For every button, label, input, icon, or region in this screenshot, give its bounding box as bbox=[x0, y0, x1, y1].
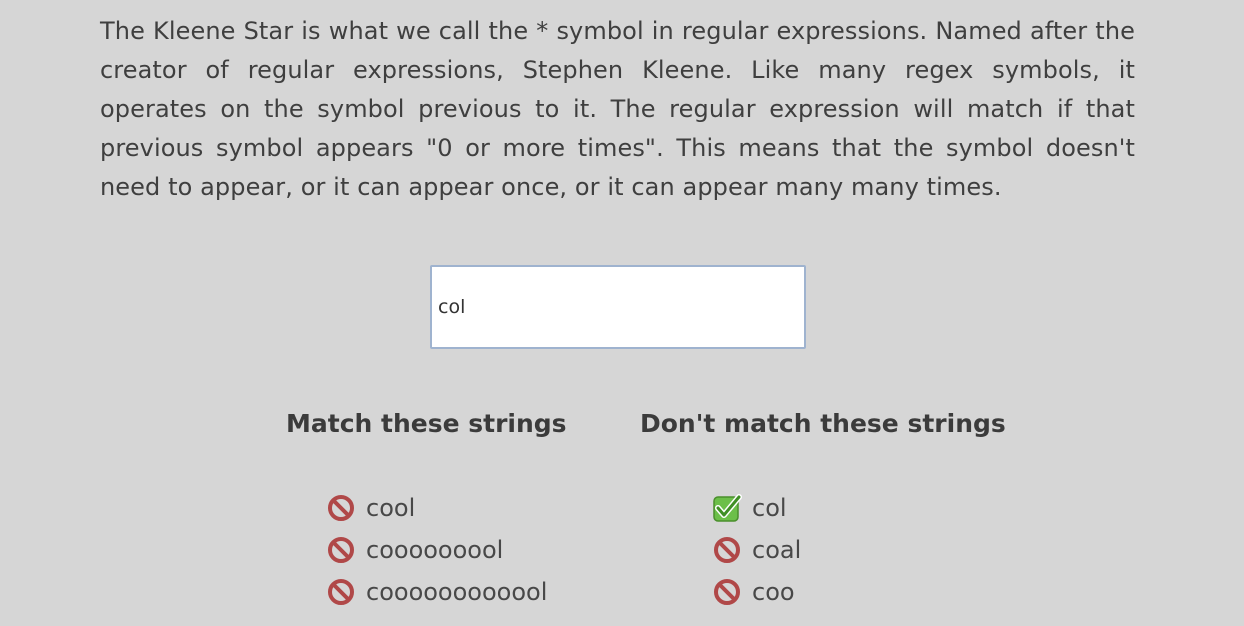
dont-match-strings-column: Don't match these strings col coal coo bbox=[640, 405, 1006, 606]
no-match-icon bbox=[326, 577, 356, 607]
dont-match-string-text: coo bbox=[752, 578, 795, 606]
main-content: The Kleene Star is what we call the * sy… bbox=[100, 12, 1135, 207]
kleene-star-description: The Kleene Star is what we call the * sy… bbox=[100, 17, 1135, 201]
checkmark-icon bbox=[712, 493, 742, 523]
list-item: cool bbox=[326, 487, 547, 529]
list-item: coal bbox=[712, 529, 801, 571]
regex-input[interactable] bbox=[430, 265, 806, 349]
match-strings-heading: Match these strings bbox=[286, 409, 567, 438]
match-string-text: cooooooool bbox=[366, 536, 504, 564]
no-match-icon bbox=[712, 577, 742, 607]
no-match-icon bbox=[712, 535, 742, 565]
list-item: coo bbox=[712, 571, 801, 613]
match-strings-column: Match these strings cool cooooooool cooo… bbox=[286, 405, 567, 606]
no-match-icon bbox=[326, 535, 356, 565]
dont-match-string-text: col bbox=[752, 494, 787, 522]
list-item: col bbox=[712, 487, 801, 529]
dont-match-string-text: coal bbox=[752, 536, 802, 564]
match-string-text: cool bbox=[366, 494, 416, 522]
match-strings-list: cool cooooooool coooooooooool bbox=[326, 487, 547, 613]
dont-match-strings-heading: Don't match these strings bbox=[640, 409, 1006, 438]
dont-match-strings-list: col coal coo bbox=[712, 487, 801, 613]
match-string-text: coooooooooool bbox=[366, 578, 548, 606]
list-item: cooooooool bbox=[326, 529, 547, 571]
no-match-icon bbox=[326, 493, 356, 523]
list-item: coooooooooool bbox=[326, 571, 547, 613]
